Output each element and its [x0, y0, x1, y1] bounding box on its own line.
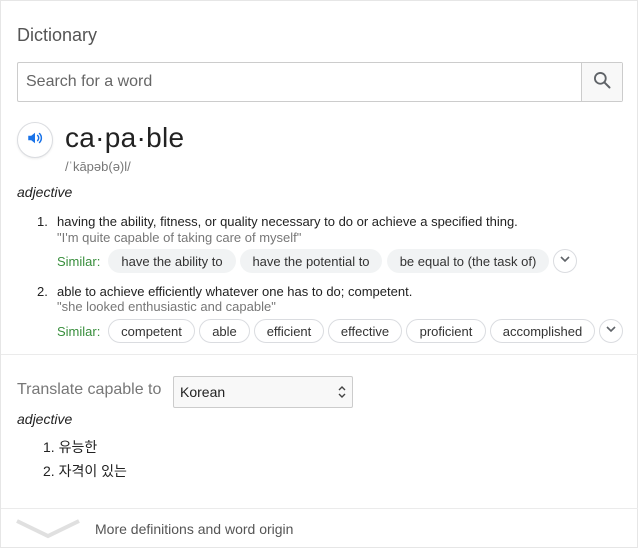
similar-chip[interactable]: have the potential to — [240, 249, 382, 273]
translation-part-of-speech: adjective — [17, 411, 73, 427]
footer-divider — [1, 508, 638, 509]
sense-example: "I'm quite capable of taking care of mys… — [57, 230, 302, 245]
expand-more-icon[interactable] — [15, 518, 81, 540]
sense-definition: having the ability, fitness, or quality … — [57, 214, 518, 229]
expand-similar-button[interactable] — [553, 249, 577, 273]
similar-label: Similar: — [57, 254, 101, 269]
phonetic-spelling: /ˈkāpəb(ə)l/ — [65, 159, 131, 174]
similar-label: Similar: — [57, 324, 101, 339]
similar-chip[interactable]: be equal to (the task of) — [387, 249, 549, 273]
similar-chip[interactable]: able — [199, 319, 250, 343]
more-definitions-link[interactable]: More definitions and word origin — [95, 521, 293, 537]
similar-chip[interactable]: proficient — [406, 319, 486, 343]
part-of-speech: adjective — [17, 184, 73, 200]
chevron-down-icon — [605, 322, 617, 340]
section-divider — [1, 354, 638, 355]
expand-similar-button[interactable] — [599, 319, 623, 343]
speaker-icon — [26, 129, 44, 152]
search-button[interactable] — [581, 63, 622, 101]
similar-chip[interactable]: efficient — [254, 319, 324, 343]
sense-number: 2. — [37, 284, 48, 299]
sense-example: "she looked enthusiastic and capable" — [57, 299, 276, 314]
language-select-value: Korean — [180, 384, 226, 400]
sense-number: 1. — [37, 214, 48, 229]
similar-chip[interactable]: accomplished — [490, 319, 595, 343]
similar-chip[interactable]: effective — [328, 319, 402, 343]
similar-chip[interactable]: competent — [108, 319, 195, 343]
dictionary-card: Dictionary ca·pa·ble /ˈkāpəb(ə)l/ adject… — [0, 0, 638, 548]
card-title: Dictionary — [17, 25, 98, 45]
pronunciation-button[interactable] — [17, 122, 53, 158]
headword: ca·pa·ble — [65, 122, 185, 153]
chevron-down-icon — [559, 252, 571, 270]
translate-label: Translate capable to — [17, 381, 162, 398]
language-select[interactable]: Korean — [173, 376, 353, 408]
search-icon — [592, 70, 612, 95]
search-box — [17, 62, 623, 102]
similar-chip[interactable]: have the ability to — [108, 249, 236, 273]
select-arrows-icon — [338, 385, 346, 399]
search-input[interactable] — [18, 63, 582, 101]
sense-definition: able to achieve efficiently whatever one… — [57, 284, 413, 299]
translation-item: 2. 자격이 있는 — [43, 463, 127, 479]
translation-item: 1. 유능한 — [43, 439, 98, 455]
